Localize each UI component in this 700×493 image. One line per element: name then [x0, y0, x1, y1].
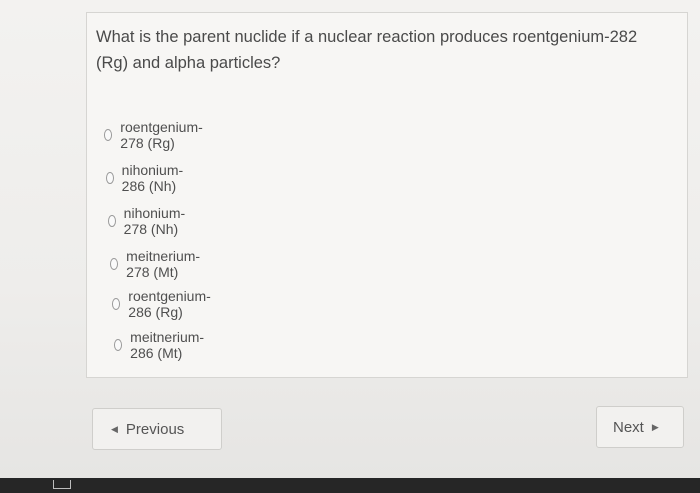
- option-nihonium-278[interactable]: nihonium-278 (Nh): [108, 205, 189, 237]
- next-button[interactable]: Next ▶: [596, 406, 684, 448]
- question-text: What is the parent nuclide if a nuclear …: [96, 28, 638, 72]
- previous-button[interactable]: ◀ Previous: [92, 408, 222, 450]
- option-label: roentgenium-286 (Rg): [128, 288, 211, 320]
- option-label: nihonium-286 (Nh): [121, 162, 184, 194]
- taskbar: [0, 478, 700, 493]
- option-meitnerium-286[interactable]: meitnerium-286 (Mt): [114, 329, 208, 361]
- radio-button[interactable]: [106, 172, 114, 184]
- option-roentgenium-278[interactable]: roentgenium-278 (Rg): [104, 119, 207, 151]
- quiz-screen: What is the parent nuclide if a nuclear …: [0, 0, 700, 478]
- option-label: meitnerium-278 (Mt): [126, 248, 201, 280]
- next-label: Next: [613, 418, 644, 436]
- taskbar-icon[interactable]: [53, 480, 71, 489]
- radio-button[interactable]: [110, 258, 119, 270]
- option-label: roentgenium-278 (Rg): [120, 119, 203, 151]
- radio-button[interactable]: [104, 129, 113, 141]
- left-triangle-icon: ◀: [111, 423, 118, 434]
- option-label: nihonium-278 (Nh): [123, 205, 186, 237]
- radio-button[interactable]: [108, 215, 116, 227]
- radio-button[interactable]: [112, 298, 121, 310]
- option-label: meitnerium-286 (Mt): [130, 329, 205, 361]
- right-triangle-icon: ▶: [651, 421, 659, 432]
- radio-button[interactable]: [114, 339, 123, 351]
- option-meitnerium-278[interactable]: meitnerium-278 (Mt): [110, 248, 204, 280]
- option-roentgenium-286[interactable]: roentgenium-286 (Rg): [112, 288, 215, 320]
- option-nihonium-286[interactable]: nihonium-286 (Nh): [106, 162, 187, 194]
- previous-label: Previous: [125, 420, 185, 438]
